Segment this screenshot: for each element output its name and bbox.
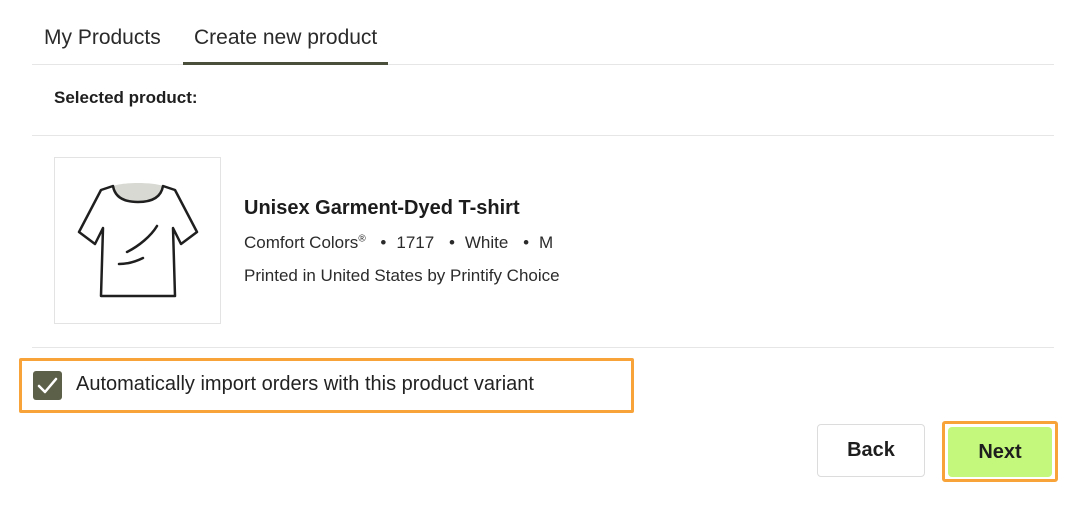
auto-import-label[interactable]: Automatically import orders with this pr… <box>76 373 534 396</box>
auto-import-option[interactable]: Automatically import orders with this pr… <box>19 358 634 413</box>
checkmark-icon <box>37 377 58 394</box>
tab-bar: My Products Create new product <box>32 0 1054 65</box>
create-product-page: My Products Create new product Selected … <box>0 0 1080 508</box>
product-brand: Comfort Colors <box>244 233 359 252</box>
product-print-provider: Printed in United States by Printify Cho… <box>244 266 560 285</box>
product-thumbnail <box>54 157 221 324</box>
next-button[interactable]: Next <box>948 427 1052 477</box>
registered-mark: ® <box>358 233 366 245</box>
selected-product-heading: Selected product: <box>54 88 198 107</box>
auto-import-checkbox[interactable] <box>33 371 62 400</box>
product-variant-info: Comfort Colors® • 1717 • White • M <box>244 233 553 253</box>
tab-my-products[interactable]: My Products <box>44 0 161 64</box>
tab-create-new-product[interactable]: Create new product <box>183 0 389 65</box>
product-model: 1717 <box>396 233 435 252</box>
separator-dot: • <box>523 233 530 252</box>
divider <box>32 135 1054 136</box>
back-button[interactable]: Back <box>817 424 925 477</box>
product-name: Unisex Garment-Dyed T-shirt <box>244 197 520 219</box>
divider <box>32 347 1054 348</box>
separator-dot: • <box>448 233 455 252</box>
product-size: M <box>539 233 554 252</box>
product-color: White <box>464 233 509 252</box>
separator-dot: • <box>380 233 387 252</box>
